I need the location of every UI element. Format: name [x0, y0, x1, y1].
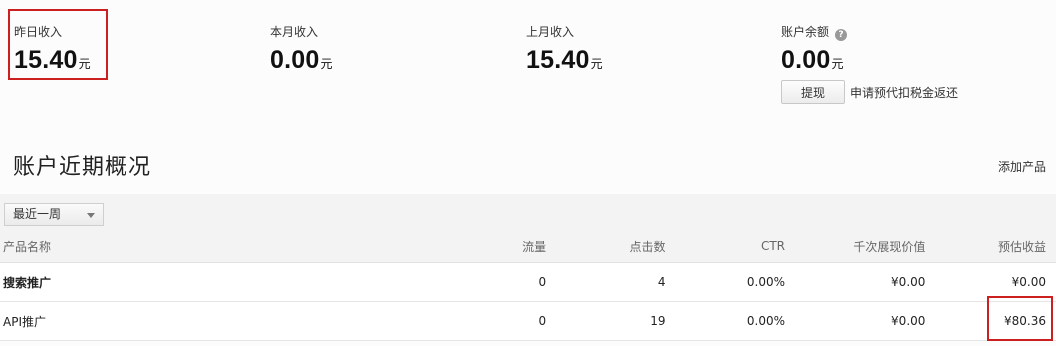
column-header-ctr: CTR	[665, 230, 786, 263]
column-header-estimated-revenue: 预估收益	[925, 230, 1056, 263]
stat-account-balance: 账户余额? 0.00元	[781, 24, 1031, 76]
column-header-product-name: 产品名称	[0, 230, 421, 263]
stat-this-month-income: 本月收入 0.00元	[270, 24, 520, 76]
stat-number: 15.40	[14, 46, 78, 74]
product-table: 产品名称 流量 点击数 CTR 千次展现价值 预估收益 搜索推广 0 4 0.0…	[0, 230, 1056, 341]
cell-clicks: 19	[546, 301, 666, 341]
column-header-traffic: 流量	[420, 230, 547, 263]
column-header-cpm: 千次展现价值	[785, 230, 926, 263]
stat-label: 昨日收入	[14, 25, 63, 39]
stat-unit: 元	[78, 57, 91, 71]
tax-refund-link[interactable]: 申请预代扣税金返还	[850, 84, 958, 101]
stat-unit: 元	[831, 57, 844, 71]
cell-estimated-revenue: ¥0.00	[925, 262, 1056, 302]
period-select[interactable]: 最近一周	[4, 203, 104, 226]
cell-cpm: ¥0.00	[785, 262, 926, 302]
stat-unit: 元	[320, 57, 333, 71]
stat-number: 0.00	[270, 46, 320, 74]
withdraw-button[interactable]: 提现	[781, 80, 845, 104]
cell-clicks: 4	[546, 262, 666, 302]
stat-label-text: 账户余额	[781, 25, 830, 39]
help-icon[interactable]: ?	[835, 29, 848, 41]
cell-traffic: 0	[420, 262, 547, 302]
withdraw-row: 提现 申请预代扣税金返还	[781, 80, 958, 104]
earnings-dashboard: 昨日收入 15.40元 本月收入 0.00元 上月收入 15.40元 账户余额?…	[0, 0, 1056, 346]
filter-toolbar: 最近一周	[0, 194, 1056, 232]
section-title: 账户近期概况	[13, 155, 152, 180]
cell-product-name: 搜索推广	[0, 262, 421, 302]
stat-label: 上月收入	[526, 25, 575, 39]
column-header-clicks: 点击数	[546, 230, 666, 263]
stat-label: 本月收入	[270, 25, 319, 39]
stat-number: 0.00	[781, 46, 831, 74]
cell-cpm: ¥0.00	[785, 301, 926, 341]
cell-ctr: 0.00%	[665, 262, 786, 302]
stat-label: 账户余额?	[781, 24, 1031, 41]
table-row: 搜索推广 0 4 0.00% ¥0.00 ¥0.00	[0, 262, 1056, 302]
table-header-row: 产品名称 流量 点击数 CTR 千次展现价值 预估收益	[0, 230, 1056, 263]
stat-value: 15.40元	[526, 46, 776, 76]
add-product-link[interactable]: 添加产品	[998, 158, 1046, 175]
stat-value: 0.00元	[781, 46, 1031, 76]
stat-number: 15.40	[526, 46, 590, 74]
cell-ctr: 0.00%	[665, 301, 786, 341]
period-select-value: 最近一周	[13, 207, 62, 221]
table-row: API推广 0 19 0.00% ¥0.00 ¥80.36	[0, 301, 1056, 341]
chevron-down-icon	[87, 213, 95, 218]
stat-last-month-income: 上月收入 15.40元	[526, 24, 776, 76]
stat-unit: 元	[590, 57, 603, 71]
cell-traffic: 0	[420, 301, 547, 341]
cell-product-name: API推广	[0, 301, 421, 341]
stat-value: 15.40元	[14, 46, 264, 76]
stat-value: 0.00元	[270, 46, 520, 76]
stat-yesterday-income: 昨日收入 15.40元	[14, 24, 264, 76]
cell-estimated-revenue: ¥80.36	[925, 301, 1056, 341]
